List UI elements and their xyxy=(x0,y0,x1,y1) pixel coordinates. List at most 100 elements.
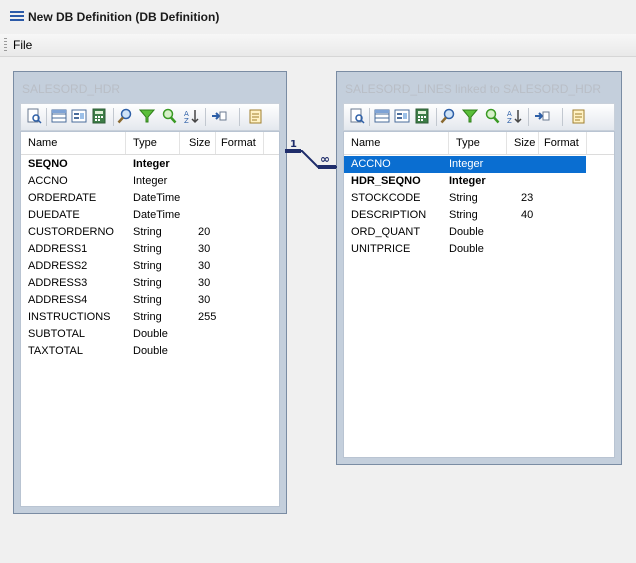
insert-icon[interactable] xyxy=(211,108,227,124)
field-type: DateTime xyxy=(133,192,181,204)
calc-icon[interactable] xyxy=(414,108,430,124)
table-row[interactable]: STOCKCODE String 23 xyxy=(344,190,614,207)
field-type: Integer xyxy=(449,175,486,187)
table-row[interactable]: HDR_SEQNO Integer xyxy=(344,173,614,190)
field-name: ORDERDATE xyxy=(28,192,97,204)
field-name: HDR_SEQNO xyxy=(351,175,421,187)
col-size[interactable]: Size xyxy=(514,137,535,149)
relation-line[interactable]: 1 ∞ xyxy=(284,137,340,177)
notes-icon[interactable] xyxy=(247,108,263,124)
filter-search-icon[interactable] xyxy=(484,108,500,124)
field-size: 30 xyxy=(198,243,211,255)
table-row[interactable]: ADDRESS2 String 30 xyxy=(21,258,279,275)
field-type: DateTime xyxy=(133,209,181,221)
table-row[interactable]: DUEDATE DateTime xyxy=(21,207,279,224)
table-row[interactable]: ACCNO Integer xyxy=(344,156,586,173)
relation-one-label: 1 xyxy=(290,139,297,150)
field-name: SEQNO xyxy=(28,158,68,170)
field-name: INSTRUCTIONS xyxy=(28,311,111,323)
field-name: ACCNO xyxy=(351,158,391,170)
col-type[interactable]: Type xyxy=(133,137,157,149)
field-type: Double xyxy=(449,243,484,255)
sort-az-icon[interactable]: AZ xyxy=(183,108,199,124)
field-name: DUEDATE xyxy=(28,209,80,221)
table-row[interactable]: ORD_QUANT Double xyxy=(344,224,614,241)
field-type: String xyxy=(449,192,478,204)
window-title: New DB Definition (DB Definition) xyxy=(28,10,220,24)
calc-icon[interactable] xyxy=(91,108,107,124)
filter-icon[interactable] xyxy=(462,108,478,124)
field-type: Double xyxy=(133,328,168,340)
table-row[interactable]: ORDERDATE DateTime xyxy=(21,190,279,207)
table-row[interactable]: SUBTOTAL Double xyxy=(21,326,279,343)
preview-icon[interactable] xyxy=(349,108,365,124)
form-icon[interactable] xyxy=(394,108,410,124)
table-row[interactable]: INSTRUCTIONS String 255 xyxy=(21,309,279,326)
col-format[interactable]: Format xyxy=(544,137,579,149)
grid-icon[interactable] xyxy=(374,108,390,124)
toolbar-separator xyxy=(205,108,206,126)
table-row[interactable]: TAXTOTAL Double xyxy=(21,343,279,360)
menu-bar: File xyxy=(0,34,636,57)
field-name: ADDRESS3 xyxy=(28,277,88,289)
field-name: STOCKCODE xyxy=(351,192,421,204)
field-type: Double xyxy=(449,226,484,238)
field-size: 20 xyxy=(198,226,211,238)
column-header: Name Type Size Format xyxy=(344,132,614,155)
field-size: 30 xyxy=(198,294,211,306)
table-row[interactable]: ADDRESS3 String 30 xyxy=(21,275,279,292)
toolbar-separator xyxy=(528,108,529,126)
preview-icon[interactable] xyxy=(26,108,42,124)
table-row[interactable]: ACCNO Integer xyxy=(21,173,279,190)
toolbar-separator xyxy=(369,108,370,126)
field-type: Integer xyxy=(133,175,168,187)
field-size: 40 xyxy=(521,209,534,221)
table-row[interactable]: ADDRESS1 String 30 xyxy=(21,241,279,258)
field-size: 30 xyxy=(198,260,211,272)
field-grid[interactable]: Name Type Size Format SEQNO Integer ACCNO I… xyxy=(20,131,280,507)
col-type[interactable]: Type xyxy=(456,137,480,149)
search-icon[interactable] xyxy=(440,108,456,124)
toolbar-separator xyxy=(562,108,563,126)
insert-icon[interactable] xyxy=(534,108,550,124)
field-name: TAXTOTAL xyxy=(28,345,84,357)
list-icon xyxy=(10,11,24,21)
svg-text:Z: Z xyxy=(507,117,512,124)
field-name: CUSTORDERNO xyxy=(28,226,114,238)
table-row[interactable]: CUSTORDERNO String 20 xyxy=(21,224,279,241)
column-header: Name Type Size Format xyxy=(21,132,279,155)
design-canvas[interactable]: SALESORD_HDR AZ Name Type Size Format SE… xyxy=(0,57,636,563)
table-panel-salesord-lines[interactable]: SALESORD_LINES linked to SALESORD_HDR AZ… xyxy=(336,71,622,465)
table-row[interactable]: ADDRESS4 String 30 xyxy=(21,292,279,309)
table-title[interactable]: SALESORD_LINES linked to SALESORD_HDR xyxy=(345,82,601,96)
form-icon[interactable] xyxy=(71,108,87,124)
table-row[interactable]: DESCRIPTION String 40 xyxy=(344,207,614,224)
field-size: 255 xyxy=(198,311,217,323)
filter-search-icon[interactable] xyxy=(161,108,177,124)
field-type: Integer xyxy=(133,158,170,170)
col-format[interactable]: Format xyxy=(221,137,256,149)
table-toolbar: AZ xyxy=(343,103,615,131)
search-icon[interactable] xyxy=(117,108,133,124)
field-type: Double xyxy=(133,345,168,357)
table-panel-salesord-hdr[interactable]: SALESORD_HDR AZ Name Type Size Format SE… xyxy=(13,71,287,514)
table-title[interactable]: SALESORD_HDR xyxy=(22,82,120,96)
col-name[interactable]: Name xyxy=(351,137,380,149)
field-type: String xyxy=(133,294,162,306)
table-row[interactable]: UNITPRICE Double xyxy=(344,241,614,258)
field-name: UNITPRICE xyxy=(351,243,411,255)
field-type: String xyxy=(449,209,478,221)
col-size[interactable]: Size xyxy=(189,137,210,149)
title-bar: New DB Definition (DB Definition) xyxy=(0,0,636,35)
svg-text:Z: Z xyxy=(184,117,189,124)
filter-icon[interactable] xyxy=(139,108,155,124)
menu-file[interactable]: File xyxy=(13,38,32,52)
notes-icon[interactable] xyxy=(570,108,586,124)
sort-az-icon[interactable]: AZ xyxy=(506,108,522,124)
table-row[interactable]: SEQNO Integer xyxy=(21,156,279,173)
field-grid[interactable]: Name Type Size Format ACCNO Integer HDR_SE… xyxy=(343,131,615,458)
field-name: ADDRESS1 xyxy=(28,243,88,255)
field-name: DESCRIPTION xyxy=(351,209,427,221)
col-name[interactable]: Name xyxy=(28,137,57,149)
grid-icon[interactable] xyxy=(51,108,67,124)
